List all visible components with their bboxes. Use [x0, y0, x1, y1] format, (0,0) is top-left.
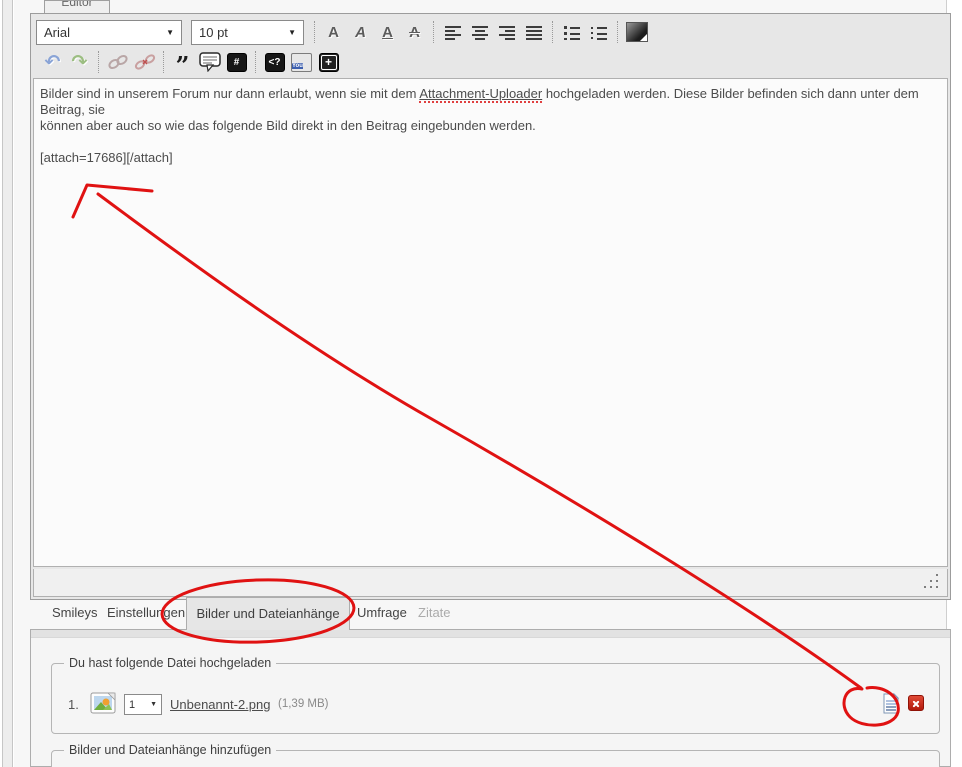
- bullet-list-icon: [563, 25, 581, 40]
- add-fieldset-legend: Bilder und Dateianhänge hinzufügen: [64, 743, 276, 757]
- bold-button[interactable]: A: [320, 19, 347, 45]
- align-right-icon: [498, 25, 516, 40]
- tab-editor-label: Editor: [45, 0, 109, 9]
- font-family-value: Arial: [44, 25, 70, 40]
- align-center-icon: [471, 25, 489, 40]
- align-left-button[interactable]: [439, 19, 466, 45]
- hash-button[interactable]: #: [223, 49, 250, 75]
- attachment-position-select[interactable]: 1 ▼: [124, 694, 162, 715]
- justify-button[interactable]: [520, 19, 547, 45]
- chevron-down-icon: ▼: [150, 701, 157, 708]
- toolbar-separator: [255, 51, 256, 73]
- toolbar-row-2: ↶ ↷ ” # <? You: [31, 48, 342, 76]
- insert-link-button[interactable]: [104, 49, 131, 75]
- toolbar-separator: [98, 51, 99, 73]
- delete-attachment-button[interactable]: [908, 695, 924, 711]
- underline-button[interactable]: A: [374, 19, 401, 45]
- toolbar-separator: [314, 21, 315, 43]
- toolbar-separator: [552, 21, 553, 43]
- hash-icon: #: [227, 53, 247, 72]
- font-family-select[interactable]: Arial ▼: [36, 20, 182, 45]
- document-icon: [882, 693, 900, 714]
- font-color-button[interactable]: [623, 19, 650, 45]
- strikethrough-button[interactable]: A: [401, 19, 428, 45]
- code-icon: <?: [265, 53, 285, 72]
- unlink-icon: [134, 54, 156, 70]
- bullet-list-button[interactable]: [558, 19, 585, 45]
- numbered-list-button[interactable]: [585, 19, 612, 45]
- underline-icon: A: [382, 24, 393, 41]
- attachment-filename-link[interactable]: Unbenannt-2.png: [170, 697, 270, 712]
- italic-icon: A: [355, 24, 366, 41]
- remove-link-button[interactable]: [131, 49, 158, 75]
- bold-icon: A: [328, 24, 339, 41]
- attachment-filesize: (1,39 MB): [278, 698, 329, 710]
- attachment-number: 1.: [68, 697, 79, 712]
- uploaded-fieldset-legend: Du hast folgende Datei hochgeladen: [64, 656, 276, 670]
- align-left-icon: [444, 25, 462, 40]
- tab-umfrage[interactable]: Umfrage: [357, 605, 407, 620]
- spellcheck-word: Attachment-Uploader: [419, 86, 542, 103]
- chevron-down-icon: ▼: [166, 28, 174, 37]
- strikethrough-icon: A: [409, 24, 420, 41]
- page-left-rail: [2, 0, 13, 767]
- editor-resize-strip: [33, 569, 948, 597]
- insert-into-post-button[interactable]: [882, 693, 900, 719]
- tab-editor[interactable]: Editor: [44, 0, 110, 13]
- link-icon: [107, 54, 129, 70]
- font-size-select[interactable]: 10 pt ▼: [191, 20, 304, 45]
- youtube-button[interactable]: You Tube: [288, 49, 315, 75]
- toolbar-separator: [433, 21, 434, 43]
- numbered-list-icon: [590, 25, 608, 40]
- plus-icon: +: [319, 53, 339, 72]
- youtube-icon: You Tube: [291, 53, 312, 72]
- tab-bilder-und-dateianhaenge[interactable]: Bilder und Dateianhänge: [186, 597, 350, 630]
- code-button[interactable]: <?: [261, 49, 288, 75]
- italic-button[interactable]: A: [347, 19, 374, 45]
- panel-header-strip: [31, 630, 950, 638]
- insert-media-button[interactable]: +: [315, 49, 342, 75]
- redo-button[interactable]: ↷: [66, 49, 93, 75]
- resize-grip-icon[interactable]: [924, 574, 940, 590]
- main-column: Editor Arial ▼ 10 pt ▼ A A A A: [14, 0, 947, 767]
- toolbar-separator: [163, 51, 164, 73]
- quote-icon: ”: [176, 61, 190, 71]
- page: Editor Arial ▼ 10 pt ▼ A A A A: [0, 0, 962, 767]
- tab-smileys[interactable]: Smileys: [52, 605, 98, 620]
- font-size-value: 10 pt: [199, 25, 228, 40]
- position-value: 1: [129, 699, 135, 711]
- add-attachments-fieldset: Bilder und Dateianhänge hinzufügen: [51, 750, 940, 767]
- tab-zitate-disabled: Zitate: [418, 605, 451, 620]
- rich-text-editor-container: Arial ▼ 10 pt ▼ A A A A: [30, 13, 951, 600]
- quote-button[interactable]: ”: [169, 49, 196, 75]
- image-thumbnail-icon: [90, 692, 116, 719]
- speech-bubble-icon: [199, 52, 221, 72]
- align-right-button[interactable]: [493, 19, 520, 45]
- toolbar-row-1: Arial ▼ 10 pt ▼ A A A A: [31, 18, 650, 46]
- tab-einstellungen[interactable]: Einstellungen: [107, 605, 185, 620]
- editor-text-area[interactable]: Bilder sind in unserem Forum nur dann er…: [33, 78, 948, 567]
- chevron-down-icon: ▼: [288, 28, 296, 37]
- attach-bbcode: [attach=17686][/attach]: [40, 150, 941, 166]
- redo-icon: ↷: [72, 51, 88, 74]
- attachments-panel: Du hast folgende Datei hochgeladen 1. 1 …: [30, 629, 951, 767]
- undo-button[interactable]: ↶: [39, 49, 66, 75]
- attachment-row: 1. 1 ▼ Unbenannt-2.png (1,39 MB): [52, 692, 939, 718]
- color-picker-icon: [626, 22, 648, 42]
- undo-icon: ↶: [45, 51, 61, 74]
- uploaded-file-fieldset: Du hast folgende Datei hochgeladen 1. 1 …: [51, 663, 940, 734]
- justify-icon: [525, 25, 543, 40]
- toolbar-separator: [617, 21, 618, 43]
- align-center-button[interactable]: [466, 19, 493, 45]
- comment-button[interactable]: [196, 49, 223, 75]
- editor-paragraph: Bilder sind in unserem Forum nur dann er…: [40, 86, 941, 134]
